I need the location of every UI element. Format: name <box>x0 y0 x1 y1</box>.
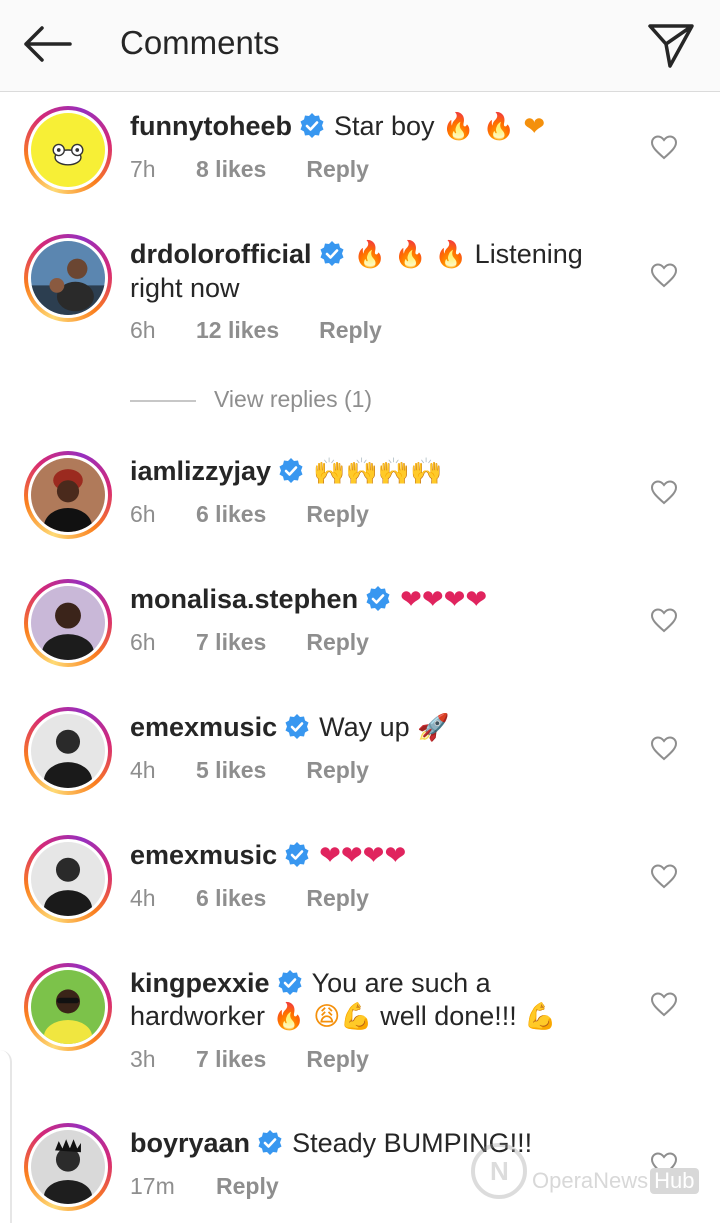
operanews-logo-icon: N <box>471 1143 527 1199</box>
avatar-image <box>31 714 105 788</box>
heart-icon[interactable] <box>650 479 678 505</box>
heart-icon[interactable] <box>650 262 678 288</box>
likes-count[interactable]: 5 likes <box>196 757 266 784</box>
avatar[interactable] <box>24 835 112 923</box>
avatar[interactable] <box>24 451 112 539</box>
avatar[interactable] <box>24 106 112 194</box>
likes-count[interactable]: 6 likes <box>196 501 266 528</box>
avatar[interactable] <box>24 963 112 1051</box>
avatar-image <box>31 970 105 1044</box>
verified-badge-icon <box>279 458 303 483</box>
avatar-image <box>31 458 105 532</box>
comment-time: 7h <box>130 156 156 182</box>
reply-button[interactable]: Reply <box>306 501 369 528</box>
scroll-edge <box>0 1050 12 1223</box>
reply-button[interactable]: Reply <box>216 1173 279 1200</box>
verified-badge-icon <box>320 241 343 266</box>
watermark-hub: Hub <box>650 1168 699 1194</box>
reply-button[interactable]: Reply <box>306 629 369 656</box>
avatar-image <box>31 1130 105 1204</box>
likes-count[interactable]: 7 likes <box>196 1046 266 1073</box>
likes-count[interactable]: 12 likes <box>196 317 279 344</box>
divider-line <box>130 399 196 402</box>
comment-text: Way up <box>319 712 410 742</box>
comment-text-after: well done!!! <box>380 1001 517 1031</box>
fire-emoji: 🔥 🔥 🔥 <box>353 240 468 270</box>
username[interactable]: funnytoheeb <box>130 111 292 141</box>
username[interactable]: kingpexxie <box>130 968 270 998</box>
comment-time: 3h <box>130 1046 156 1072</box>
likes-count[interactable]: 8 likes <box>196 156 266 183</box>
page-title: Comments <box>120 24 280 61</box>
reply-button[interactable]: Reply <box>306 885 369 912</box>
rocket-emoji: 🚀 <box>417 713 450 743</box>
comment-time: 6h <box>130 501 156 527</box>
comment-time: 17m <box>130 1173 175 1199</box>
comment-time: 6h <box>130 629 156 655</box>
reply-button[interactable]: Reply <box>306 156 369 183</box>
avatar[interactable] <box>24 579 112 667</box>
verified-badge-icon <box>366 586 390 611</box>
raised-hands-emoji: 🙌🙌🙌🙌 <box>313 457 443 487</box>
top-bar: Comments <box>0 0 720 92</box>
heart-emoji: ❤❤❤❤ <box>319 841 407 871</box>
username[interactable]: emexmusic <box>130 840 277 870</box>
verified-badge-icon <box>285 714 309 739</box>
username[interactable]: boyryaan <box>130 1128 250 1158</box>
paper-plane-icon <box>648 24 694 68</box>
watermark-brand: OperaNews <box>532 1168 649 1193</box>
verified-badge-icon <box>258 1130 282 1155</box>
comment-time: 4h <box>130 885 156 911</box>
heart-emoji: ❤❤❤❤ <box>400 585 488 615</box>
username[interactable]: drdolorofficial <box>130 239 312 269</box>
likes-count[interactable]: 6 likes <box>196 885 266 912</box>
username[interactable]: monalisa.stephen <box>130 584 358 614</box>
avatar[interactable] <box>24 234 112 322</box>
comment-text: Star boy <box>334 111 435 141</box>
comment-time: 6h <box>130 317 156 343</box>
reply-button[interactable]: Reply <box>306 757 369 784</box>
view-replies-button[interactable]: View replies (1) <box>130 386 372 413</box>
view-replies-label: View replies (1) <box>214 386 373 412</box>
username[interactable]: iamlizzyjay <box>130 456 271 486</box>
arrow-left-icon <box>24 26 72 62</box>
reply-button[interactable]: Reply <box>306 1046 369 1073</box>
back-button[interactable] <box>18 20 78 68</box>
heart-icon[interactable] <box>650 863 678 889</box>
avatar-image <box>31 586 105 660</box>
avatar-image <box>31 842 105 916</box>
heart-icon[interactable] <box>650 735 678 761</box>
likes-count[interactable]: 7 likes <box>196 629 266 656</box>
verified-badge-icon <box>300 113 324 138</box>
fire-tired-flex-emoji: 🔥 😩💪 <box>272 1002 373 1032</box>
avatar-image <box>31 113 105 187</box>
avatar[interactable] <box>24 1123 112 1211</box>
avatar-image <box>31 241 105 315</box>
heart-icon[interactable] <box>650 607 678 633</box>
svg-text:N: N <box>490 1156 509 1186</box>
username[interactable]: emexmusic <box>130 712 277 742</box>
flexed-biceps-emoji: 💪 <box>524 1002 557 1032</box>
avatar[interactable] <box>24 707 112 795</box>
verified-badge-icon <box>278 970 302 995</box>
watermark: OperaNews Hub <box>532 1168 699 1194</box>
verified-badge-icon <box>285 842 309 867</box>
heart-icon[interactable] <box>650 134 678 160</box>
comment-time: 4h <box>130 757 156 783</box>
fire-emoji: 🔥 🔥 ❤ <box>442 112 546 142</box>
heart-icon[interactable] <box>650 991 678 1017</box>
reply-button[interactable]: Reply <box>319 317 382 344</box>
share-button[interactable] <box>640 16 700 72</box>
